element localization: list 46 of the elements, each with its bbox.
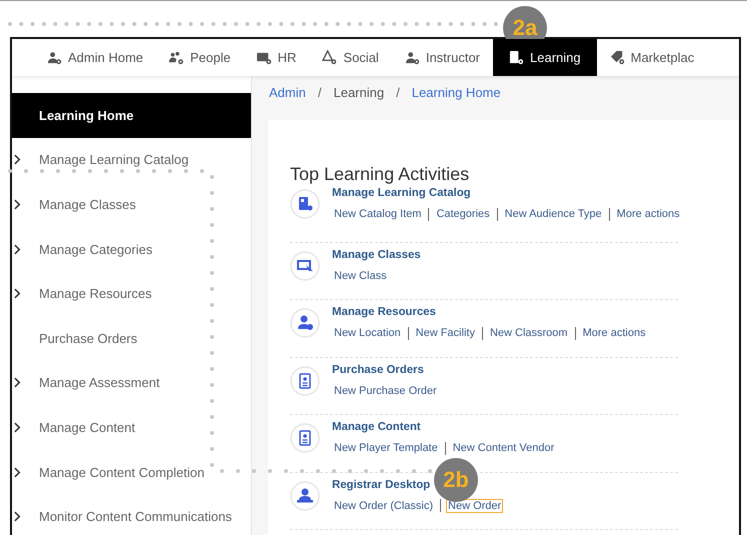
action-link[interactable]: New Facility <box>414 326 477 340</box>
activity-title-link[interactable]: Manage Learning Catalog <box>332 187 471 199</box>
section-title: Top Learning Activities <box>290 164 470 185</box>
tag-gear-icon <box>610 50 625 65</box>
activity-title-link[interactable]: Manage Resources <box>332 306 436 318</box>
action-link[interactable]: New Player Template <box>332 441 440 455</box>
action-link[interactable]: More actions <box>614 207 682 221</box>
nav-tab[interactable]: Instructor <box>392 39 494 76</box>
action-link[interactable]: New Purchase Order <box>332 384 439 398</box>
person-gear-icon <box>290 308 320 338</box>
activity-title-link[interactable]: Manage Classes <box>332 248 421 260</box>
action-link[interactable]: New Classroom <box>488 326 570 340</box>
activity-title-link[interactable]: Purchase Orders <box>332 364 424 376</box>
person-desk-icon <box>290 480 320 510</box>
action-link[interactable]: Categories <box>434 207 492 221</box>
document-icon <box>290 366 320 396</box>
action-link[interactable]: New Catalog Item <box>332 207 424 221</box>
people-gear-icon <box>169 50 184 65</box>
nav-tab[interactable]: Learning <box>493 39 597 76</box>
action-link[interactable]: New Class <box>332 268 389 282</box>
triangle-gear-icon <box>322 50 338 65</box>
person-gear-icon <box>404 50 420 65</box>
breadcrumb-separator: / <box>396 85 400 102</box>
breadcrumb-link[interactable]: Learning <box>333 85 384 108</box>
breadcrumb-separator: / <box>318 85 322 102</box>
catalog-gear-icon <box>290 189 320 219</box>
action-link[interactable]: New Order (Classic) <box>332 498 436 512</box>
breadcrumb-link[interactable]: Admin <box>269 85 306 108</box>
action-link[interactable]: More actions <box>580 326 648 340</box>
action-link[interactable]: New Location <box>332 326 403 340</box>
activity-title-link[interactable]: Manage Content <box>332 421 421 433</box>
nav-tab[interactable]: Marketplac <box>596 39 708 76</box>
nav-tab[interactable]: HR <box>244 39 310 76</box>
activity-title-link[interactable]: Registrar Desktop <box>332 478 430 490</box>
nav-tab[interactable]: People <box>156 39 244 76</box>
person-gear-icon <box>47 50 62 65</box>
action-link[interactable]: New Audience Type <box>502 207 604 221</box>
sidebar-item[interactable]: Learning Home <box>12 93 251 138</box>
nav-tab[interactable]: Admin Home <box>34 39 156 76</box>
document-gear-icon <box>509 50 524 65</box>
nav-tab[interactable]: Social <box>309 39 392 76</box>
action-link[interactable]: New Content Vendor <box>450 441 556 455</box>
document-icon <box>290 423 320 453</box>
card-gear-icon <box>256 50 272 65</box>
monitor-cursor-icon <box>290 250 320 280</box>
breadcrumb-link[interactable]: Learning Home <box>412 85 501 108</box>
